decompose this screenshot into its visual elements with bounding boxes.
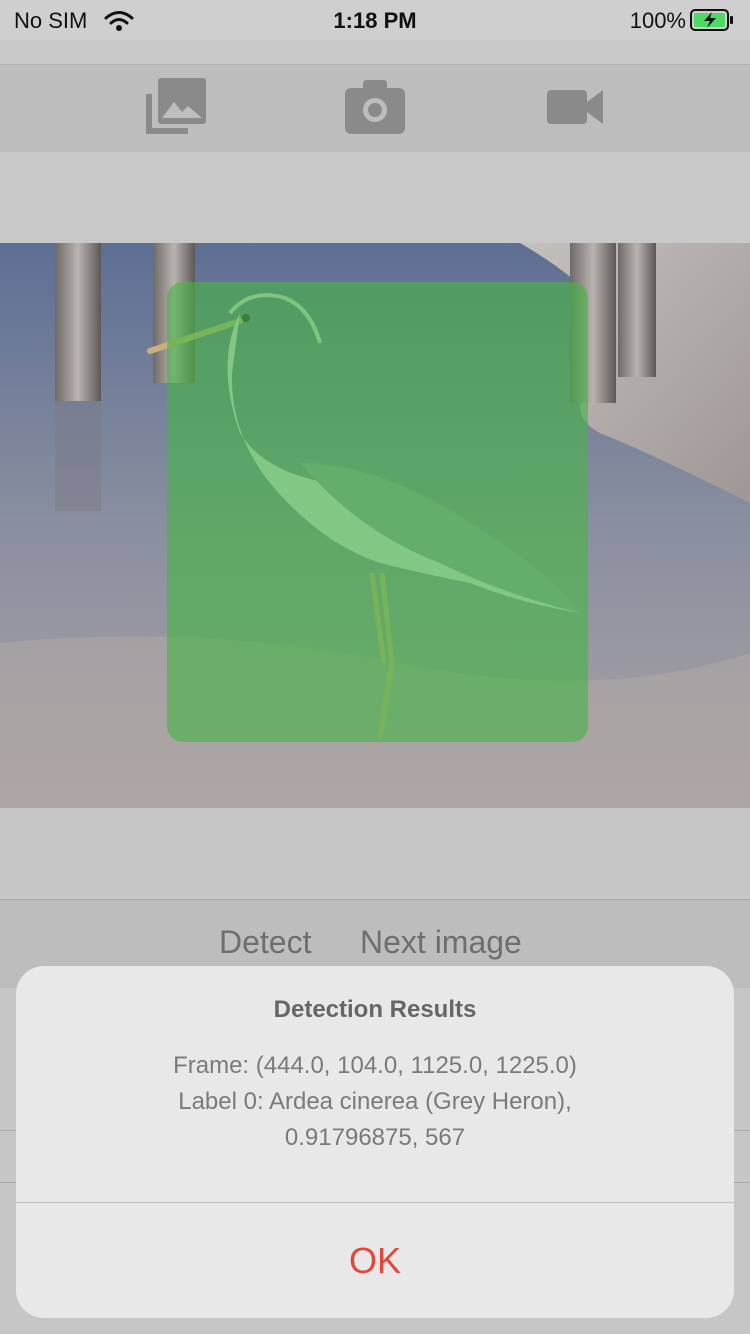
alert-ok-button[interactable]: OK: [16, 1203, 734, 1318]
photo-library-button[interactable]: [144, 76, 208, 138]
camera-button[interactable]: [343, 76, 407, 138]
video-camera-icon: [547, 90, 603, 124]
next-image-button[interactable]: Next image: [360, 924, 522, 961]
alert-title: Detection Results: [273, 996, 477, 1023]
top-spacer: [0, 152, 750, 243]
video-camera-button[interactable]: [543, 76, 607, 138]
detect-button[interactable]: Detect: [219, 924, 311, 961]
battery-charging-icon: [690, 9, 733, 31]
detection-results-alert: Detection Results Frame: (444.0, 104.0, …: [16, 966, 734, 1318]
photo-library-icon: [146, 78, 206, 134]
camera-icon: [345, 80, 405, 134]
alert-message: Frame: (444.0, 104.0, 1125.0, 1225.0) La…: [173, 1052, 577, 1151]
detection-bounding-box: [167, 282, 588, 742]
battery-percent: 100%: [629, 8, 686, 33]
